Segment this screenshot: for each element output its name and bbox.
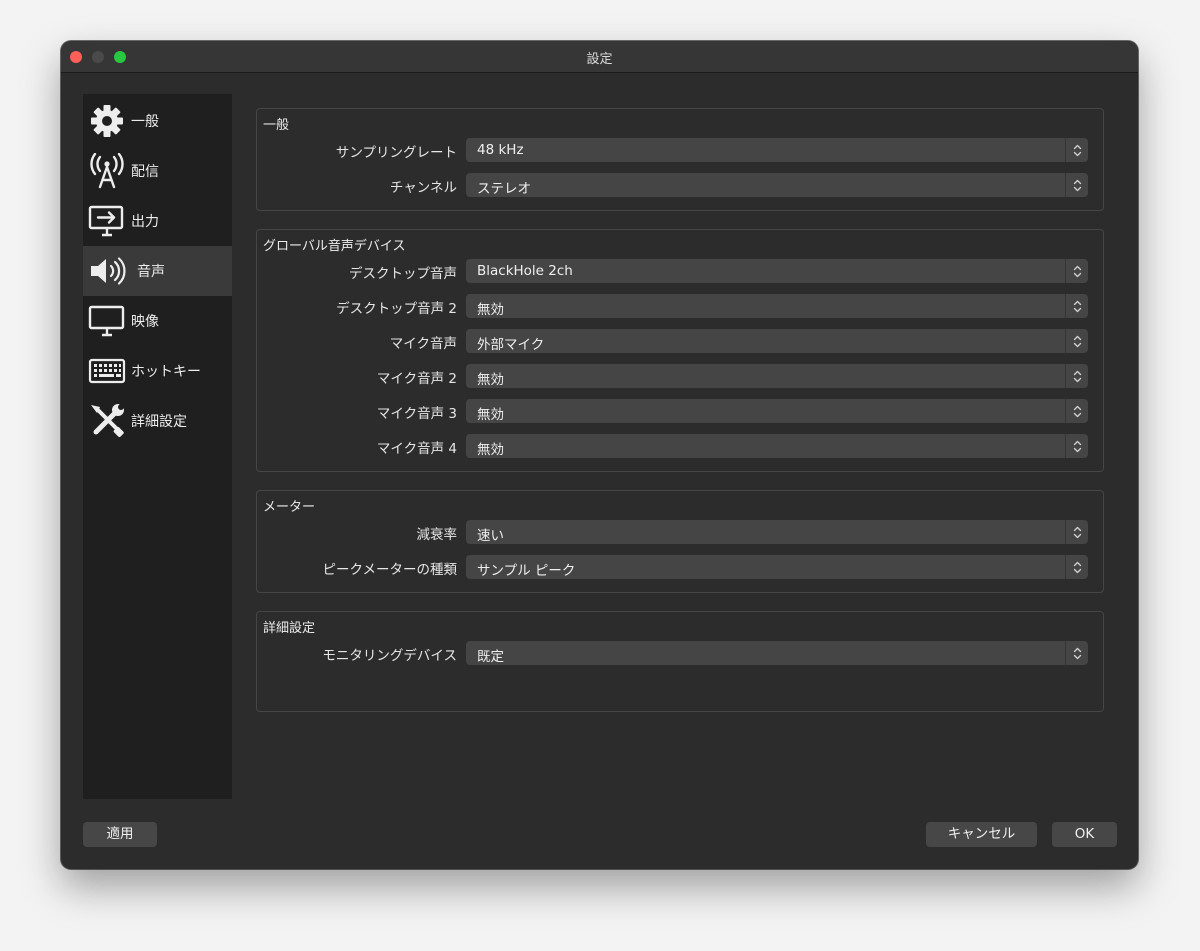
select-value: 外部マイク <box>477 337 545 353</box>
monitoring-device-row: モニタリングデバイス 既定 <box>257 640 1103 666</box>
row-label: ピークメーターの種類 <box>322 562 457 578</box>
select-value: サンプル ピーク <box>477 563 576 579</box>
sidebar-item-label: 一般 <box>131 114 159 130</box>
speaker-icon <box>83 251 131 291</box>
chevron-up-down-icon <box>1065 641 1088 665</box>
mic-audio-4-select[interactable]: 無効 <box>466 434 1088 458</box>
sidebar-item-label: 映像 <box>131 314 159 330</box>
select-value: 無効 <box>477 302 504 318</box>
settings-sidebar: 一般 配信 出力 音声 映像 ホットキー 詳細設定 <box>83 94 232 799</box>
sidebar-item-label: 音声 <box>137 264 165 280</box>
gear-icon <box>83 101 131 141</box>
group-title: 詳細設定 <box>263 621 316 636</box>
mic-audio-2-row: マイク音声 2 無効 <box>257 363 1103 389</box>
desktop-audio-row: デスクトップ音声 BlackHole 2ch <box>257 258 1103 284</box>
cancel-button[interactable]: キャンセル <box>926 822 1037 847</box>
select-value: 無効 <box>477 407 504 423</box>
row-label: モニタリングデバイス <box>322 648 457 664</box>
tools-icon <box>83 401 131 441</box>
decay-rate-select[interactable]: 速い <box>466 520 1088 544</box>
advanced-group: 詳細設定 モニタリングデバイス 既定 <box>256 611 1104 712</box>
select-value: BlackHole 2ch <box>477 263 573 279</box>
mic-audio-4-row: マイク音声 4 無効 <box>257 433 1103 459</box>
mic-audio-3-row: マイク音声 3 無効 <box>257 398 1103 424</box>
chevron-up-down-icon <box>1065 138 1088 162</box>
row-label: チャンネル <box>389 180 457 196</box>
ok-button[interactable]: OK <box>1052 822 1117 847</box>
output-monitor-icon <box>83 201 131 241</box>
chevron-up-down-icon <box>1065 259 1088 283</box>
row-label: サンプリングレート <box>335 145 457 161</box>
window-title: 設定 <box>586 52 613 67</box>
title-bar[interactable]: 設定 <box>61 41 1138 73</box>
apply-button[interactable]: 適用 <box>83 822 157 847</box>
chevron-up-down-icon <box>1065 364 1088 388</box>
peak-meter-type-select[interactable]: サンプル ピーク <box>466 555 1088 579</box>
global-audio-devices-group: グローバル音声デバイス デスクトップ音声 BlackHole 2ch デスクトッ… <box>256 229 1104 472</box>
decay-rate-row: 減衰率 速い <box>257 519 1103 545</box>
mic-audio-2-select[interactable]: 無効 <box>466 364 1088 388</box>
row-label: マイク音声 3 <box>376 406 457 422</box>
sidebar-item-label: ホットキー <box>131 364 201 380</box>
select-value: ステレオ <box>477 181 531 197</box>
sidebar-item-label: 出力 <box>131 214 159 230</box>
chevron-up-down-icon <box>1065 434 1088 458</box>
group-title: 一般 <box>263 118 290 133</box>
row-label: デスクトップ音声 <box>349 266 457 282</box>
sidebar-item-stream[interactable]: 配信 <box>83 146 232 196</box>
row-label: 減衰率 <box>416 527 458 543</box>
group-title: グローバル音声デバイス <box>263 239 406 254</box>
select-value: 既定 <box>477 649 504 665</box>
sidebar-item-output[interactable]: 出力 <box>83 196 232 246</box>
sample-rate-row: サンプリングレート 48 kHz <box>257 137 1103 163</box>
desktop-audio-2-select[interactable]: 無効 <box>466 294 1088 318</box>
monitoring-device-select[interactable]: 既定 <box>466 641 1088 665</box>
sidebar-item-general[interactable]: 一般 <box>83 96 232 146</box>
select-value: 無効 <box>477 372 504 388</box>
select-value: 48 kHz <box>477 142 524 158</box>
chevron-up-down-icon <box>1065 294 1088 318</box>
mic-audio-3-select[interactable]: 無効 <box>466 399 1088 423</box>
select-value: 速い <box>477 528 504 544</box>
keyboard-icon <box>83 351 131 391</box>
broadcast-antenna-icon <box>83 151 131 191</box>
settings-window: 設定 一般 配信 出力 音声 映像 ホットキー 詳細設定 一般 サンプリングレー… <box>61 41 1138 869</box>
sidebar-item-advanced[interactable]: 詳細設定 <box>83 396 232 446</box>
row-label: マイク音声 <box>389 336 457 352</box>
chevron-up-down-icon <box>1065 399 1088 423</box>
sample-rate-select[interactable]: 48 kHz <box>466 138 1088 162</box>
channels-row: チャンネル ステレオ <box>257 172 1103 198</box>
chevron-up-down-icon <box>1065 555 1088 579</box>
sidebar-item-label: 配信 <box>131 164 159 180</box>
meters-group: メーター 減衰率 速い ピークメーターの種類 サンプル ピーク <box>256 490 1104 593</box>
row-label: デスクトップ音声 2 <box>336 301 457 317</box>
desktop-audio-select[interactable]: BlackHole 2ch <box>466 259 1088 283</box>
row-label: マイク音声 2 <box>376 371 457 387</box>
chevron-up-down-icon <box>1065 520 1088 544</box>
select-value: 無効 <box>477 442 504 458</box>
row-label: マイク音声 4 <box>376 441 457 457</box>
sidebar-item-hotkeys[interactable]: ホットキー <box>83 346 232 396</box>
sidebar-item-label: 詳細設定 <box>131 414 187 430</box>
sidebar-item-video[interactable]: 映像 <box>83 296 232 346</box>
group-title: メーター <box>263 500 316 515</box>
sidebar-item-audio[interactable]: 音声 <box>83 246 232 296</box>
chevron-up-down-icon <box>1065 329 1088 353</box>
general-group: 一般 サンプリングレート 48 kHz チャンネル ステレオ <box>256 108 1104 211</box>
mic-audio-select[interactable]: 外部マイク <box>466 329 1088 353</box>
mic-audio-row: マイク音声 外部マイク <box>257 328 1103 354</box>
desktop-audio-2-row: デスクトップ音声 2 無効 <box>257 293 1103 319</box>
monitor-icon <box>83 301 131 341</box>
peak-meter-type-row: ピークメーターの種類 サンプル ピーク <box>257 554 1103 580</box>
chevron-up-down-icon <box>1065 173 1088 197</box>
channels-select[interactable]: ステレオ <box>466 173 1088 197</box>
